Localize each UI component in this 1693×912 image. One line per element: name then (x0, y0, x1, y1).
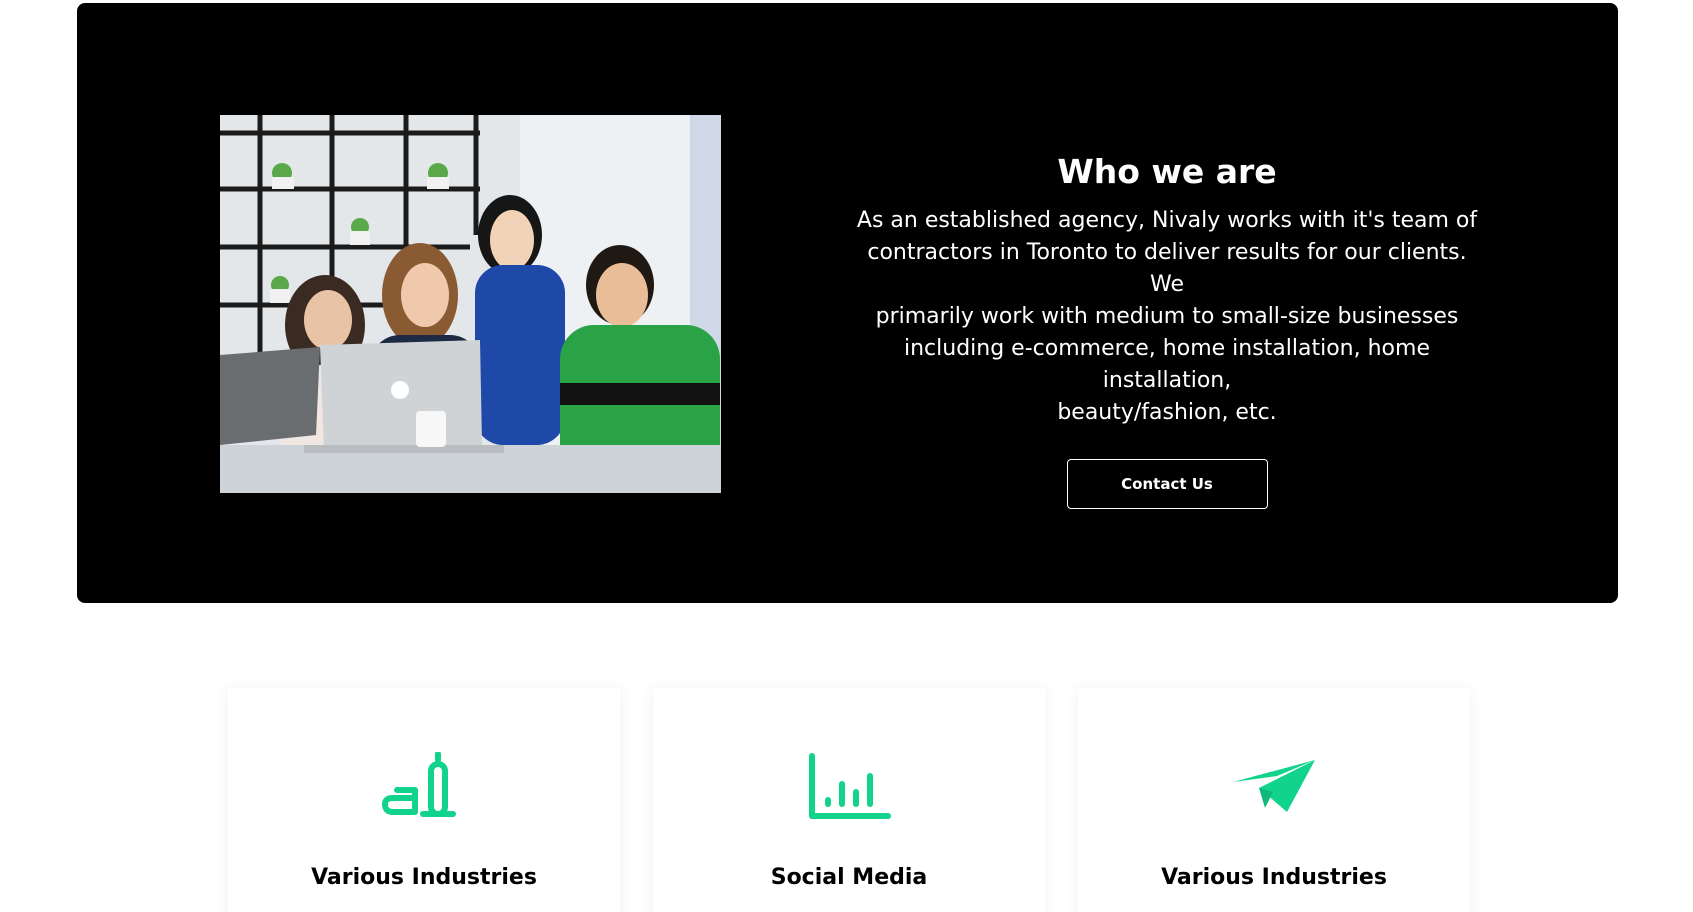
pen-writing-icon (379, 752, 469, 822)
description-line: primarily work with medium to small-size… (875, 304, 1459, 329)
who-we-are-content: Who we are As an established agency, Niv… (847, 151, 1487, 509)
feature-title: Various Industries (311, 865, 537, 890)
features-section: Various Industries Social Media Various … (0, 688, 1693, 912)
description-line: contractors in Toronto to deliver result… (867, 240, 1467, 297)
feature-card: Social Media (653, 688, 1045, 912)
feature-card: Various Industries (1078, 688, 1470, 912)
bar-chart-icon (804, 752, 894, 822)
team-photo (220, 115, 721, 493)
feature-title: Various Industries (1161, 865, 1387, 890)
team-photo-illustration (220, 115, 721, 493)
description-line: including e-commerce, home installation,… (904, 336, 1430, 393)
description-line: beauty/fashion, etc. (1057, 400, 1277, 425)
description-line: As an established agency, Nivaly works w… (856, 208, 1478, 233)
section-title: Who we are (1057, 152, 1277, 191)
page: Who we are As an established agency, Niv… (0, 0, 1693, 912)
who-we-are-section: Who we are As an established agency, Niv… (77, 3, 1618, 603)
feature-card: Various Industries (228, 688, 620, 912)
feature-title: Social Media (770, 865, 928, 890)
paper-plane-icon (1229, 752, 1319, 822)
section-description: As an established agency, Nivaly works w… (847, 205, 1487, 429)
contact-us-button[interactable]: Contact Us (1066, 459, 1268, 509)
